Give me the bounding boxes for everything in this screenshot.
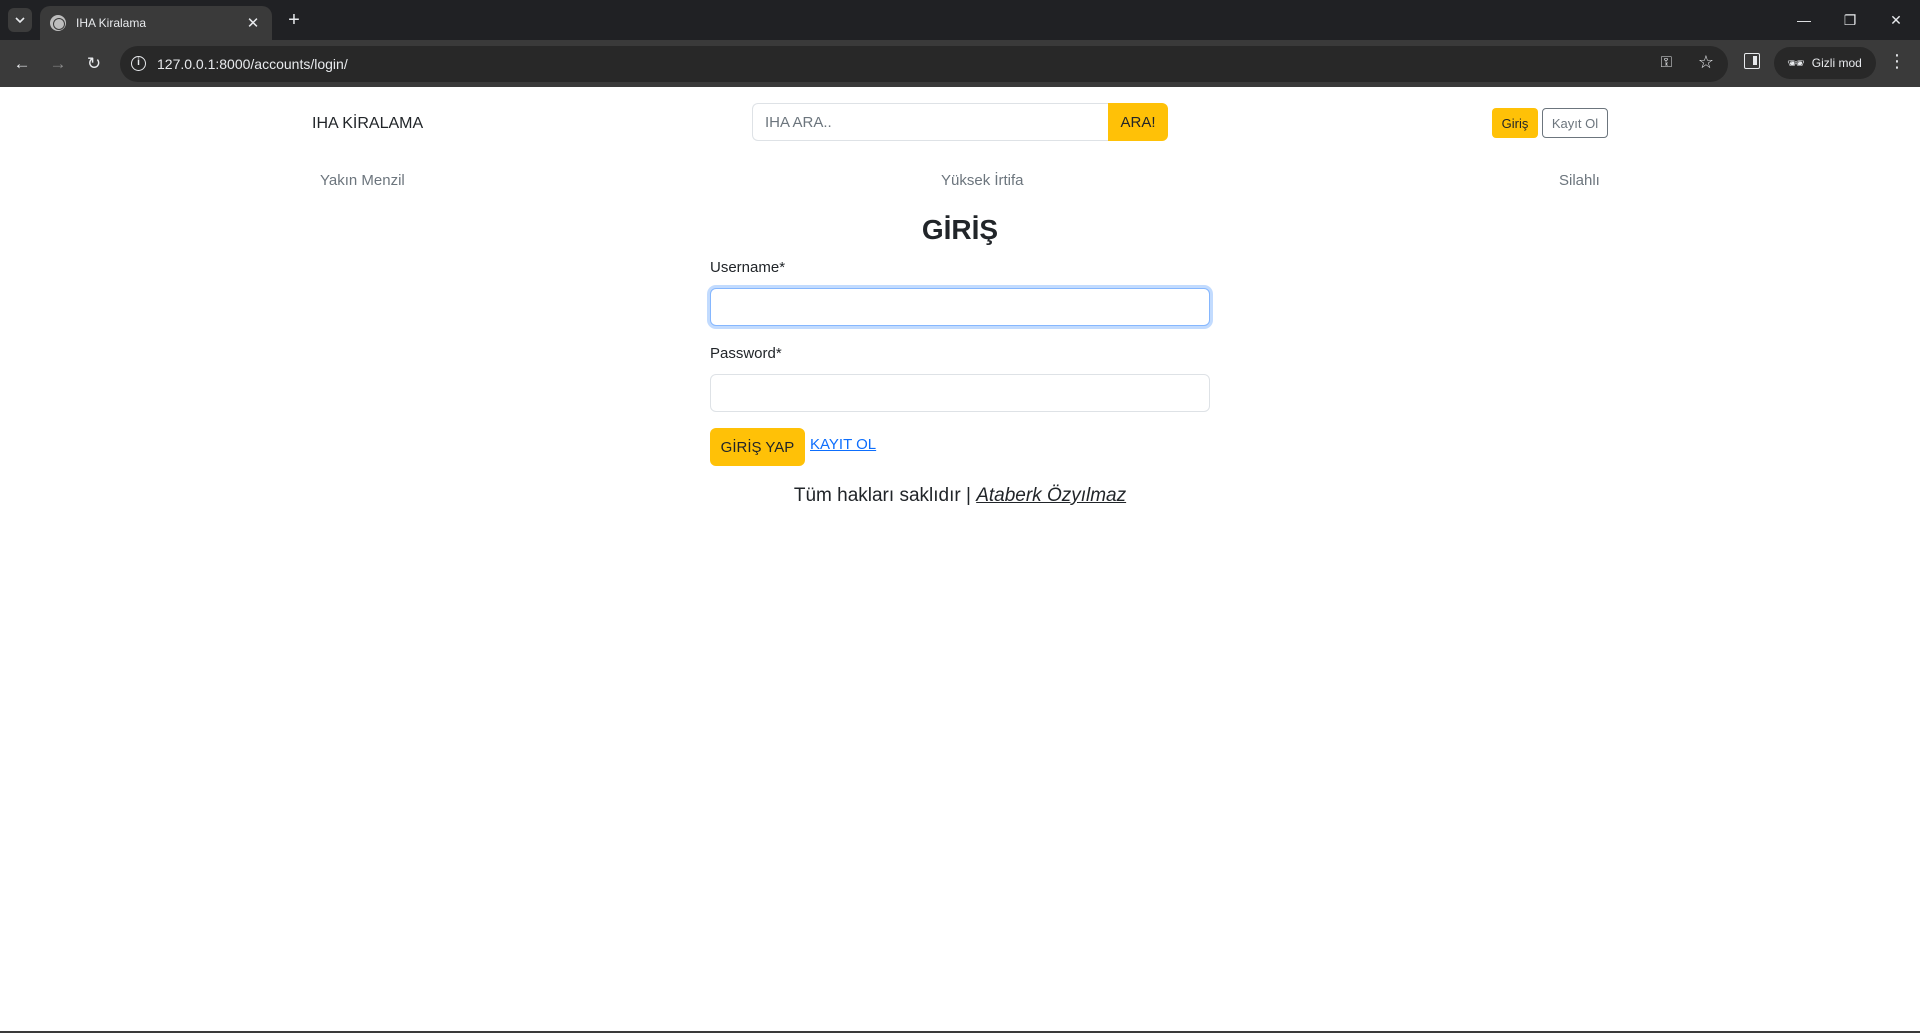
window-close-icon[interactable]: ✕ <box>1884 8 1908 32</box>
close-icon[interactable]: ✕ <box>244 14 262 32</box>
star-icon[interactable]: ☆ <box>1698 52 1714 73</box>
login-button[interactable]: Giriş <box>1492 108 1538 138</box>
incognito-badge[interactable]: 🕶 Gizli mod <box>1774 47 1876 79</box>
search-button[interactable]: ARA! <box>1108 103 1168 141</box>
page-title: GİRİŞ <box>921 214 999 245</box>
url-text[interactable]: 127.0.0.1:8000/accounts/login/ <box>157 56 348 72</box>
author-link[interactable]: Ataberk Özyılmaz <box>976 485 1126 506</box>
username-label: Username* <box>710 259 786 276</box>
browser-toolbar: ← → ↻ i 127.0.0.1:8000/accounts/login/ ⚿… <box>0 40 1920 87</box>
more-vert-icon[interactable]: ⋮ <box>1888 52 1906 70</box>
info-icon[interactable]: i <box>131 56 146 71</box>
page-content: IHA KİRALAMA ARA! Giriş Kayıt Ol Yakın M… <box>0 87 1920 1032</box>
forward-arrow-icon[interactable]: → <box>46 52 70 76</box>
register-link[interactable]: KAYIT OL <box>810 436 876 453</box>
minimize-icon[interactable]: — <box>1792 8 1816 32</box>
category-link-silahli[interactable]: Silahlı <box>1559 172 1600 189</box>
globe-icon <box>50 15 66 31</box>
site-brand[interactable]: IHA KİRALAMA <box>312 115 423 133</box>
tab-list-button[interactable] <box>8 8 32 32</box>
side-panel-icon[interactable] <box>1744 53 1760 69</box>
username-field[interactable] <box>710 288 1210 326</box>
search-form: ARA! <box>752 103 1168 141</box>
category-link-yakin-menzil[interactable]: Yakın Menzil <box>320 172 405 189</box>
incognito-label: Gizli mod <box>1811 56 1862 70</box>
login-submit-button[interactable]: GİRİŞ YAP <box>710 428 805 466</box>
address-bar[interactable]: i 127.0.0.1:8000/accounts/login/ ⚿ ☆ <box>120 46 1728 82</box>
browser-tab-bar: IHA Kiralama ✕ + — ❐ ✕ <box>0 0 1920 40</box>
restore-icon[interactable]: ❐ <box>1838 8 1862 32</box>
reload-icon[interactable]: ↻ <box>82 52 106 76</box>
plus-icon[interactable]: + <box>282 8 306 32</box>
search-input[interactable] <box>752 103 1108 141</box>
key-icon[interactable]: ⚿ <box>1661 54 1672 71</box>
password-field[interactable] <box>710 374 1210 412</box>
password-label: Password* <box>710 345 782 362</box>
footer: Tüm hakları saklıdır | Ataberk Özyılmaz <box>0 485 1920 507</box>
incognito-icon: 🕶 <box>1787 54 1805 71</box>
browser-tab[interactable]: IHA Kiralama ✕ <box>40 6 272 40</box>
footer-text: Tüm hakları saklıdır | <box>793 485 977 506</box>
register-button[interactable]: Kayıt Ol <box>1542 108 1608 138</box>
category-link-yuksek-irtifa[interactable]: Yüksek İrtifa <box>941 172 1024 189</box>
tab-title: IHA Kiralama <box>76 16 147 30</box>
back-arrow-icon[interactable]: ← <box>10 52 34 76</box>
chevron-down-icon <box>15 17 25 24</box>
